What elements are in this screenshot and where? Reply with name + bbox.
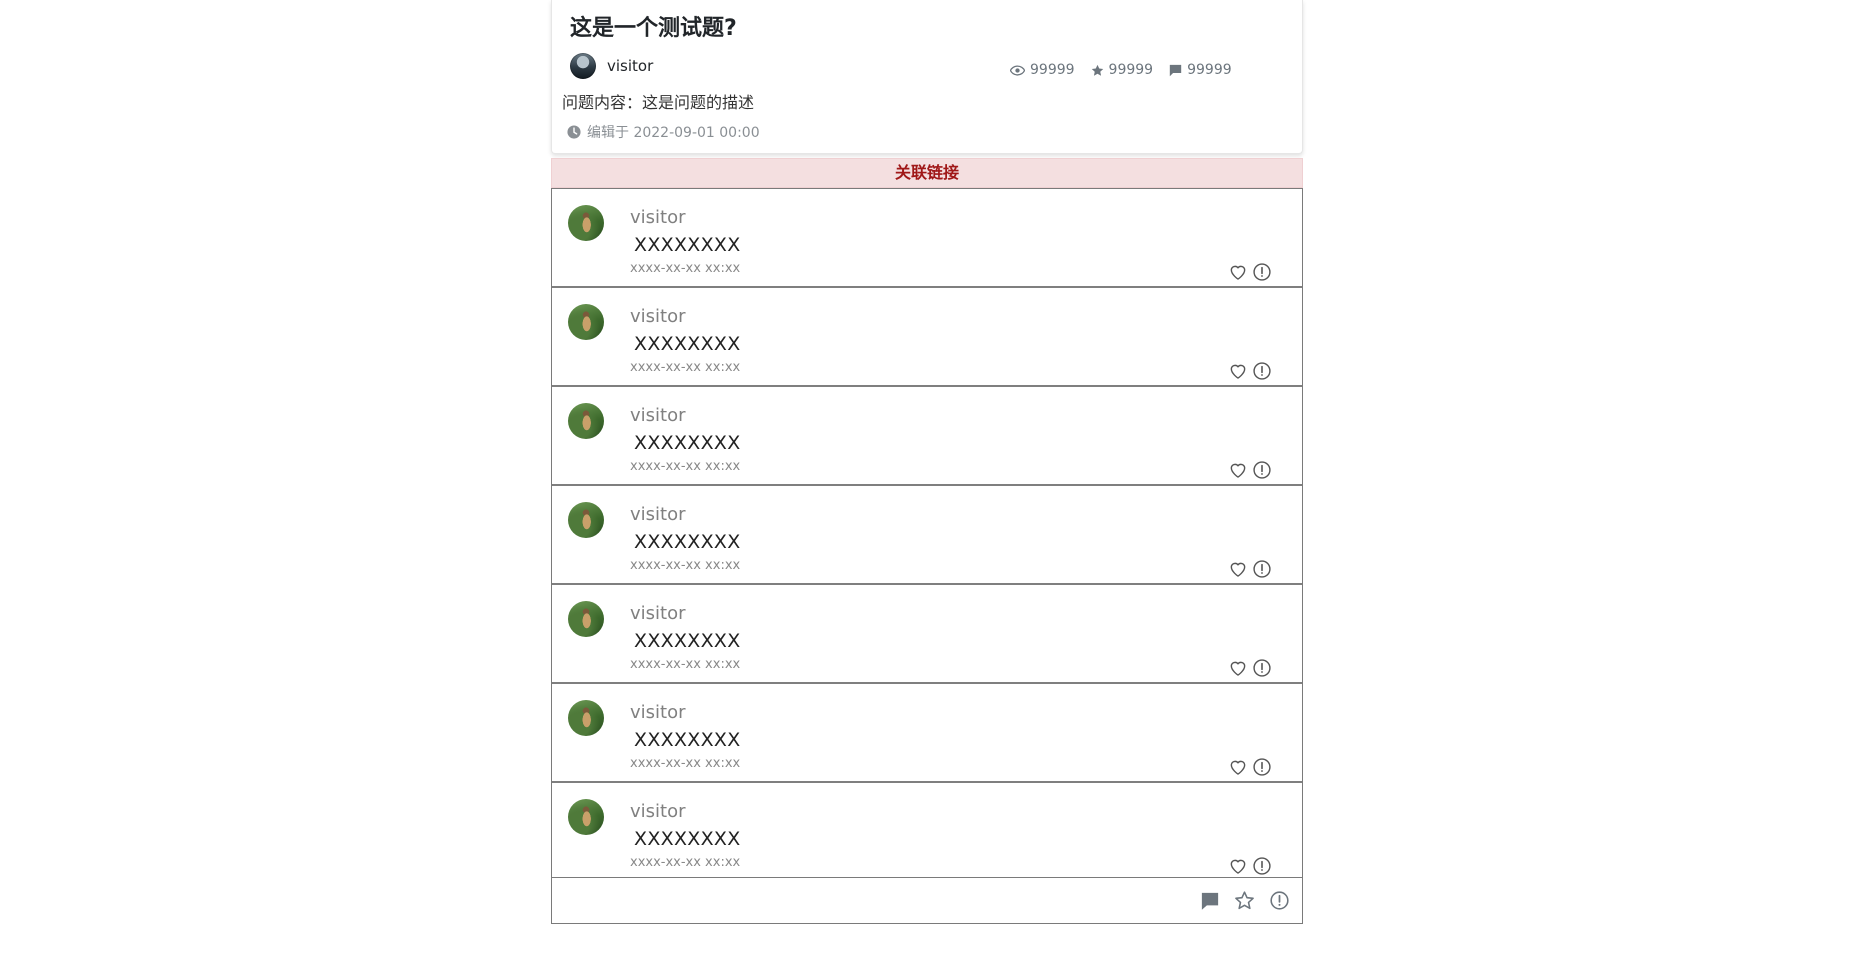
views-count: 99999 — [1030, 62, 1075, 78]
answer-timestamp: xxxx-xx-xx xx:xx — [630, 558, 741, 573]
answer-content: XXXXXXXX — [634, 729, 741, 751]
views-stat: 99999 — [1010, 62, 1075, 78]
answer-actions — [1224, 262, 1272, 282]
favorites-count: 99999 — [1108, 62, 1154, 78]
answer-item: visitor XXXXXXXX xxxx-xx-xx xx:xx — [552, 288, 1302, 387]
heart-icon[interactable] — [1228, 262, 1248, 282]
answer-item: visitor XXXXXXXX xxxx-xx-xx xx:xx — [552, 783, 1302, 882]
related-links-bar[interactable]: 关联链接 — [551, 158, 1303, 188]
answer-timestamp: xxxx-xx-xx xx:xx — [630, 756, 741, 771]
author-name[interactable]: visitor — [607, 57, 653, 75]
answer-username[interactable]: visitor — [630, 207, 686, 228]
heart-icon[interactable] — [1228, 757, 1248, 777]
answer-timestamp: xxxx-xx-xx xx:xx — [630, 459, 741, 474]
answer-content: XXXXXXXX — [634, 630, 741, 652]
answer-username[interactable]: visitor — [630, 504, 686, 525]
answer-actions — [1224, 559, 1272, 579]
answer-item: visitor XXXXXXXX xxxx-xx-xx xx:xx — [552, 189, 1302, 288]
answer-content: XXXXXXXX — [634, 432, 741, 454]
answer-item: visitor XXXXXXXX xxxx-xx-xx xx:xx — [552, 684, 1302, 783]
clock-icon — [567, 125, 581, 139]
heart-icon[interactable] — [1228, 460, 1248, 480]
comment-icon[interactable] — [1200, 891, 1220, 911]
exclamation-circle-icon[interactable] — [1252, 856, 1272, 876]
eye-icon — [1010, 64, 1025, 76]
star-icon — [1091, 64, 1103, 76]
exclamation-circle-icon[interactable] — [1252, 658, 1272, 678]
edited-text: 编辑于 2022-09-01 00:00 — [587, 125, 760, 141]
heart-icon[interactable] — [1228, 361, 1248, 381]
exclamation-circle-icon[interactable] — [1252, 757, 1272, 777]
answer-content: XXXXXXXX — [634, 531, 741, 553]
answer-item: visitor XXXXXXXX xxxx-xx-xx xx:xx — [552, 387, 1302, 486]
answer-list[interactable]: visitor XXXXXXXX xxxx-xx-xx xx:xx visitor XX… — [552, 189, 1302, 923]
answer-timestamp: xxxx-xx-xx xx:xx — [630, 855, 741, 870]
comments-stat: 99999 — [1169, 62, 1232, 78]
question-stats: 99999 99999 99999 — [1010, 62, 1248, 78]
answer-content: XXXXXXXX — [634, 333, 741, 355]
answer-item: visitor XXXXXXXX xxxx-xx-xx xx:xx — [552, 585, 1302, 684]
bottom-toolbar — [552, 877, 1302, 923]
question-title: 这是一个测试题? — [570, 16, 737, 41]
answer-timestamp: xxxx-xx-xx xx:xx — [630, 657, 741, 672]
avatar[interactable] — [568, 502, 604, 538]
exclamation-circle-icon[interactable] — [1252, 460, 1272, 480]
question-body: 问题内容：这是问题的描述 — [562, 93, 755, 112]
answer-username[interactable]: visitor — [630, 306, 686, 327]
avatar[interactable] — [568, 205, 604, 241]
heart-icon[interactable] — [1228, 559, 1248, 579]
answers-panel: visitor XXXXXXXX xxxx-xx-xx xx:xx visitor XX… — [551, 188, 1303, 924]
answer-timestamp: xxxx-xx-xx xx:xx — [630, 360, 741, 375]
avatar[interactable] — [568, 304, 604, 340]
heart-icon[interactable] — [1228, 856, 1248, 876]
answer-item: visitor XXXXXXXX xxxx-xx-xx xx:xx — [552, 486, 1302, 585]
avatar[interactable] — [568, 403, 604, 439]
comment-icon — [1169, 64, 1182, 76]
avatar[interactable] — [570, 53, 596, 79]
answer-username[interactable]: visitor — [630, 801, 686, 822]
answer-content: XXXXXXXX — [634, 234, 741, 256]
avatar[interactable] — [568, 700, 604, 736]
comments-count: 99999 — [1187, 62, 1232, 78]
answer-actions — [1224, 658, 1272, 678]
heart-icon[interactable] — [1228, 658, 1248, 678]
question-card: 这是一个测试题? visitor 99999 99999 99999 问题内容：… — [551, 0, 1303, 154]
answer-content: XXXXXXXX — [634, 828, 741, 850]
favorites-stat: 99999 — [1091, 62, 1154, 78]
answer-username[interactable]: visitor — [630, 702, 686, 723]
exclamation-circle-icon[interactable] — [1269, 890, 1290, 911]
page-container: 这是一个测试题? visitor 99999 99999 99999 问题内容：… — [551, 0, 1303, 967]
answer-timestamp: xxxx-xx-xx xx:xx — [630, 261, 741, 276]
exclamation-circle-icon[interactable] — [1252, 262, 1272, 282]
answer-username[interactable]: visitor — [630, 405, 686, 426]
answer-username[interactable]: visitor — [630, 603, 686, 624]
answer-actions — [1224, 460, 1272, 480]
edited-timestamp: 编辑于 2022-09-01 00:00 — [567, 122, 760, 142]
exclamation-circle-icon[interactable] — [1252, 361, 1272, 381]
avatar[interactable] — [568, 799, 604, 835]
star-outline-icon[interactable] — [1234, 890, 1255, 911]
answer-actions — [1224, 361, 1272, 381]
exclamation-circle-icon[interactable] — [1252, 559, 1272, 579]
answer-actions — [1224, 856, 1272, 876]
question-author[interactable]: visitor — [570, 52, 653, 80]
answer-actions — [1224, 757, 1272, 777]
avatar[interactable] — [568, 601, 604, 637]
